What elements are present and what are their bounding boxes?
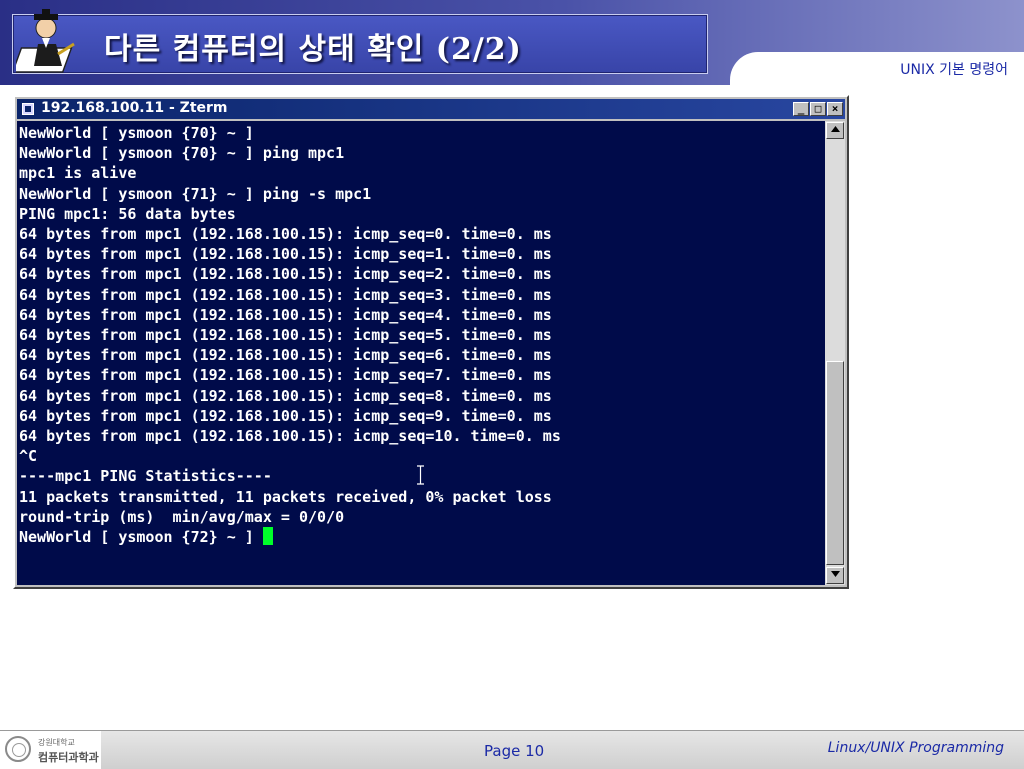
- terminal-line: 64 bytes from mpc1 (192.168.100.15): icm…: [19, 386, 552, 405]
- terminal-line: ----mpc1 PING Statistics----: [19, 467, 272, 486]
- terminal-line: round-trip (ms) min/avg/max = 0/0/0: [19, 507, 345, 526]
- terminal-line: 64 bytes from mpc1 (192.168.100.15): icm…: [19, 225, 552, 244]
- page-number: Page 10: [484, 742, 545, 760]
- footer: 강원대학교 컴퓨터과학과 Page 10 Linux/UNIX Programm…: [0, 730, 1024, 769]
- department-name: 컴퓨터과학과: [38, 751, 99, 764]
- terminal-line: 64 bytes from mpc1 (192.168.100.15): icm…: [19, 406, 552, 425]
- terminal-line: NewWorld [ ysmoon {71} ~ ] ping -s mpc1: [19, 184, 372, 203]
- terminal-line: ^C: [19, 447, 38, 466]
- terminal-output[interactable]: NewWorld [ ysmoon {70} ~ ] NewWorld [ ys…: [17, 121, 825, 585]
- window-titlebar[interactable]: 192.168.100.11 - Zterm _ □ ×: [17, 99, 845, 119]
- scroll-up-button[interactable]: [826, 122, 844, 139]
- window-title: 192.168.100.11 - Zterm: [41, 100, 228, 116]
- scroll-thumb[interactable]: [826, 361, 844, 565]
- page-title: 다른 컴퓨터의 상태 확인 (2/2): [104, 32, 522, 67]
- scroll-down-button[interactable]: [826, 567, 844, 584]
- window-icon[interactable]: [22, 103, 34, 115]
- subject-label: UNIX 기본 명령어: [900, 62, 1008, 78]
- terminal-line: 64 bytes from mpc1 (192.168.100.15): icm…: [19, 245, 552, 264]
- terminal-line: 64 bytes from mpc1 (192.168.100.15): icm…: [19, 427, 561, 446]
- university-seal-icon: [5, 736, 31, 762]
- university-logo: 강원대학교 컴퓨터과학과: [0, 731, 101, 769]
- terminal-line: NewWorld [ ysmoon {70} ~ ]: [19, 124, 254, 142]
- terminal-line: 64 bytes from mpc1 (192.168.100.15): icm…: [19, 366, 552, 385]
- terminal-window[interactable]: 192.168.100.11 - Zterm _ □ × NewWorld [ …: [13, 95, 849, 589]
- terminal-line: NewWorld [ ysmoon {70} ~ ] ping mpc1: [19, 144, 345, 163]
- terminal-line: 64 bytes from mpc1 (192.168.100.15): icm…: [19, 346, 552, 365]
- terminal-line: 64 bytes from mpc1 (192.168.100.15): icm…: [19, 326, 552, 345]
- university-name: 강원대학교: [38, 738, 75, 747]
- terminal-cursor: [262, 527, 273, 546]
- terminal-line: 64 bytes from mpc1 (192.168.100.15): icm…: [19, 285, 552, 304]
- terminal-line: 11 packets transmitted, 11 packets recei…: [19, 487, 552, 506]
- vertical-scrollbar[interactable]: [825, 121, 845, 585]
- close-button[interactable]: ×: [827, 102, 843, 116]
- terminal-line: PING mpc1: 56 data bytes: [19, 204, 236, 223]
- arrow-up-icon: [830, 126, 840, 132]
- minimize-button[interactable]: _: [793, 102, 809, 116]
- terminal-line: 64 bytes from mpc1 (192.168.100.15): icm…: [19, 265, 552, 284]
- arrow-down-icon: [830, 571, 840, 577]
- professor-writing-icon: [16, 9, 75, 73]
- terminal-line: mpc1 is alive: [19, 164, 137, 183]
- maximize-button[interactable]: □: [810, 102, 826, 116]
- terminal-prompt: NewWorld [ ysmoon {72} ~ ]: [19, 528, 263, 547]
- terminal-line: 64 bytes from mpc1 (192.168.100.15): icm…: [19, 305, 552, 324]
- text-cursor-icon: [417, 465, 424, 485]
- course-name: Linux/UNIX Programming: [827, 740, 1004, 756]
